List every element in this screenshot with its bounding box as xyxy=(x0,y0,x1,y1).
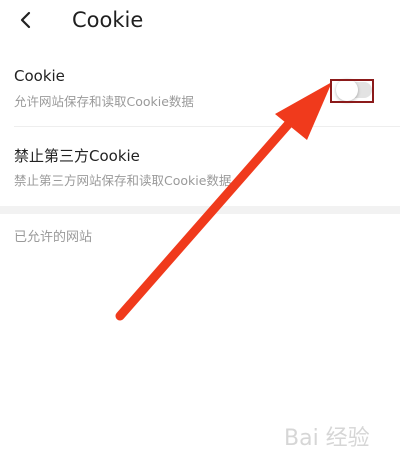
cookie-toggle[interactable] xyxy=(336,79,372,101)
third-party-cookie-row[interactable]: 禁止第三方Cookie 禁止第三方网站保存和读取Cookie数据 xyxy=(0,136,400,198)
chevron-left-icon[interactable] xyxy=(14,8,38,32)
page-title: Cookie xyxy=(72,8,144,32)
divider xyxy=(14,126,400,127)
allowed-sites-label[interactable]: 已允许的网站 xyxy=(14,229,92,247)
watermark: Bai 经验 xyxy=(284,426,370,451)
cookie-setting-description: 允许网站保存和读取Cookie数据 xyxy=(14,94,194,109)
top-bar: Cookie xyxy=(0,0,400,44)
toggle-knob xyxy=(336,79,358,101)
third-party-cookie-title: 禁止第三方Cookie xyxy=(14,147,140,165)
third-party-cookie-description: 禁止第三方网站保存和读取Cookie数据 xyxy=(14,173,232,188)
cookie-setting-title: Cookie xyxy=(14,67,65,85)
section-separator xyxy=(0,206,400,214)
